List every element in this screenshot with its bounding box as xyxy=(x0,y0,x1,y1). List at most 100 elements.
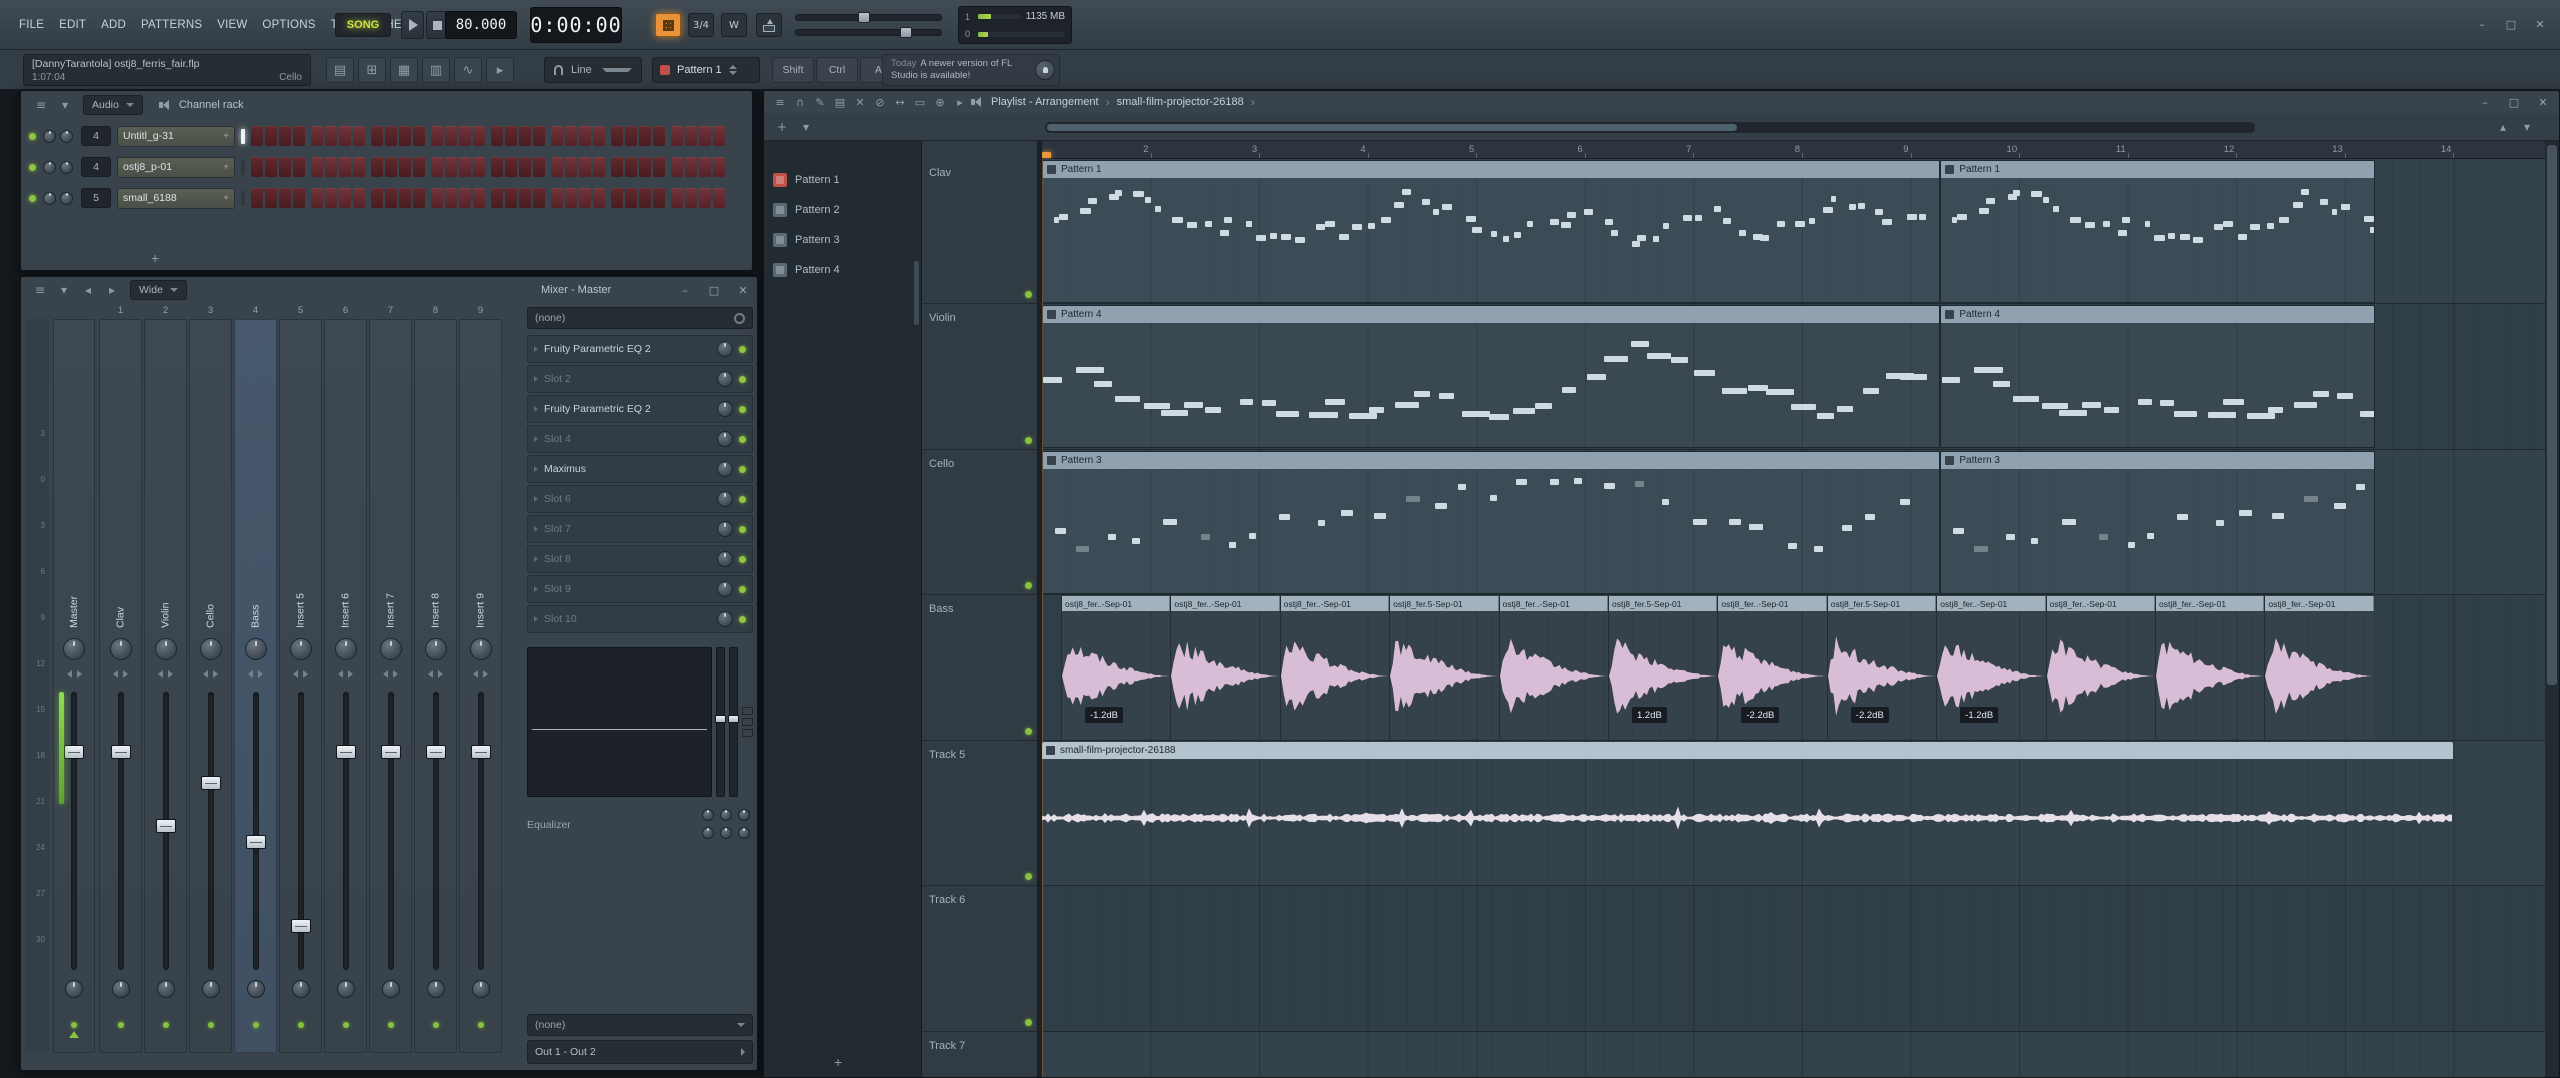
step-cell[interactable] xyxy=(473,157,485,177)
step-cell[interactable] xyxy=(473,188,485,208)
menu-item-patterns[interactable]: PATTERNS xyxy=(138,16,205,34)
step-cell[interactable] xyxy=(353,126,365,146)
mixer-route-number[interactable]: 5 xyxy=(81,188,111,208)
menu-icon[interactable]: ≡ xyxy=(770,93,790,111)
fx-slot-4[interactable]: Slot 4 xyxy=(527,425,753,453)
playlist-lane-track-7[interactable] xyxy=(1042,1031,2545,1077)
step-cell[interactable] xyxy=(671,157,683,177)
track-led[interactable] xyxy=(1025,582,1032,590)
pattern-selector[interactable]: Pattern 1 xyxy=(652,57,760,83)
menu-item-edit[interactable]: EDIT xyxy=(56,16,89,34)
step-cell[interactable] xyxy=(399,126,411,146)
menu-item-view[interactable]: VIEW xyxy=(214,16,250,34)
fx-slot-enable-led[interactable] xyxy=(739,495,746,503)
magnet-icon[interactable]: ∩ xyxy=(790,93,810,111)
step-cell[interactable] xyxy=(565,188,577,208)
fx-slot-mix-knob[interactable] xyxy=(717,521,733,537)
audio-clip[interactable]: ostj8_fer..-Sep-01 xyxy=(1170,596,1280,740)
playlist-lane-bass[interactable]: ostj8_fer..-Sep-01 ostj8_fer..-Sep-01 ostj… xyxy=(1042,595,2545,741)
step-cell[interactable] xyxy=(473,126,485,146)
channel-button[interactable]: Untitl_g-31 + xyxy=(117,125,235,147)
fx-slot-mix-knob[interactable] xyxy=(717,611,733,627)
picker-item-pattern-3[interactable]: Pattern 3 xyxy=(764,225,921,255)
step-cell[interactable] xyxy=(611,126,623,146)
bell-icon[interactable] xyxy=(1035,60,1055,80)
mute-led[interactable] xyxy=(162,1022,169,1028)
tempo-display[interactable]: 80.000 xyxy=(445,11,517,39)
playlist-track-header-clav[interactable]: Clav xyxy=(922,159,1037,305)
audio-clip[interactable]: ostj8_fer.5-Sep-01 xyxy=(1389,596,1499,740)
audio-clip[interactable]: ostj8_fer..-Sep-01 xyxy=(2264,596,2374,740)
step-cell[interactable] xyxy=(385,126,397,146)
playback-icon[interactable]: ▸ xyxy=(950,93,970,111)
pan-knob[interactable] xyxy=(379,638,402,660)
step-cell[interactable] xyxy=(533,157,545,177)
step-cell[interactable] xyxy=(565,126,577,146)
mute-led[interactable] xyxy=(207,1022,214,1028)
close-icon[interactable]: ✕ xyxy=(2530,16,2550,32)
fx-slot-enable-led[interactable] xyxy=(739,405,746,413)
step-cell[interactable] xyxy=(325,188,337,208)
channel-volume-knob[interactable] xyxy=(60,129,73,143)
pattern-clip[interactable]: Pattern 1 xyxy=(1042,160,1940,303)
fx-slot-mix-knob[interactable] xyxy=(717,551,733,567)
step-cell[interactable] xyxy=(279,126,291,146)
slider-handle[interactable] xyxy=(900,27,912,38)
step-cell[interactable] xyxy=(251,188,263,208)
volume-fader[interactable] xyxy=(425,692,446,970)
channel-row-untitl-g-31[interactable]: 4 Untitl_g-31 + xyxy=(27,123,746,149)
step-cell[interactable] xyxy=(611,188,623,208)
fader-handle[interactable] xyxy=(290,919,311,934)
minimize-icon[interactable]: – xyxy=(2472,16,2492,32)
add-icon[interactable]: + xyxy=(770,116,794,138)
track-led[interactable] xyxy=(1025,436,1032,444)
step-cell[interactable] xyxy=(413,126,425,146)
fader-handle[interactable] xyxy=(425,744,446,759)
scrollbar-thumb[interactable] xyxy=(2547,145,2557,685)
wave-icon[interactable]: ∿ xyxy=(454,57,482,83)
step-cell[interactable] xyxy=(699,188,711,208)
volume-fader[interactable] xyxy=(335,692,356,970)
picker-item-pattern-1[interactable]: Pattern 1 xyxy=(764,165,921,195)
step-cell[interactable] xyxy=(551,126,563,146)
track-led[interactable] xyxy=(1025,873,1032,881)
minimize-icon[interactable]: – xyxy=(2475,94,2495,110)
mixer-route-number[interactable]: 4 xyxy=(81,157,111,177)
scrollbar-thumb[interactable] xyxy=(1047,124,1737,131)
step-cell[interactable] xyxy=(625,188,637,208)
stereo-sep-knob[interactable] xyxy=(201,980,220,998)
step-cell[interactable] xyxy=(653,126,665,146)
pan-knob[interactable] xyxy=(199,638,222,660)
group-filter-dropdown[interactable]: Audio xyxy=(83,95,143,115)
track-led[interactable] xyxy=(1025,1018,1032,1026)
add-pattern-button[interactable]: + xyxy=(834,1055,842,1069)
fx-slot-3[interactable]: Fruity Parametric EQ 2 xyxy=(527,395,753,423)
mute-led[interactable] xyxy=(252,1022,259,1028)
audio-clip[interactable]: ostj8_fer..-Sep-01 xyxy=(1498,596,1608,740)
step-cell[interactable] xyxy=(251,126,263,146)
step-cell[interactable] xyxy=(593,188,605,208)
project-info-panel[interactable]: [DannyTarantola] ostj8_ferris_fair.flp 1… xyxy=(23,54,311,86)
step-cell[interactable] xyxy=(339,188,351,208)
playlist-lane-clav[interactable]: Pattern 1 Pattern 1 xyxy=(1042,159,2545,305)
step-cell[interactable] xyxy=(431,157,443,177)
stereo-sep-knob[interactable] xyxy=(65,980,83,998)
step-cell[interactable] xyxy=(279,157,291,177)
step-cell[interactable] xyxy=(519,126,531,146)
step-cell[interactable] xyxy=(265,157,277,177)
volume-fader[interactable] xyxy=(470,692,491,970)
step-cell[interactable] xyxy=(311,126,323,146)
fader-handle[interactable] xyxy=(155,818,176,833)
mixer-strip-master[interactable]: Master xyxy=(53,319,95,1053)
stereo-sep-knob[interactable] xyxy=(381,980,400,998)
step-cell[interactable] xyxy=(413,188,425,208)
step-cell[interactable] xyxy=(653,157,665,177)
menu-item-file[interactable]: FILE xyxy=(16,16,47,34)
paint-icon[interactable]: ▤ xyxy=(830,93,850,111)
eq-band-knob[interactable] xyxy=(702,808,714,821)
step-cell[interactable] xyxy=(713,188,725,208)
playlist-track-header-cello[interactable]: Cello xyxy=(922,450,1037,596)
piano-roll-icon[interactable]: ▥ xyxy=(422,57,450,83)
step-cell[interactable] xyxy=(325,157,337,177)
audio-clip[interactable]: ostj8_fer..-Sep-01 xyxy=(2155,596,2265,740)
